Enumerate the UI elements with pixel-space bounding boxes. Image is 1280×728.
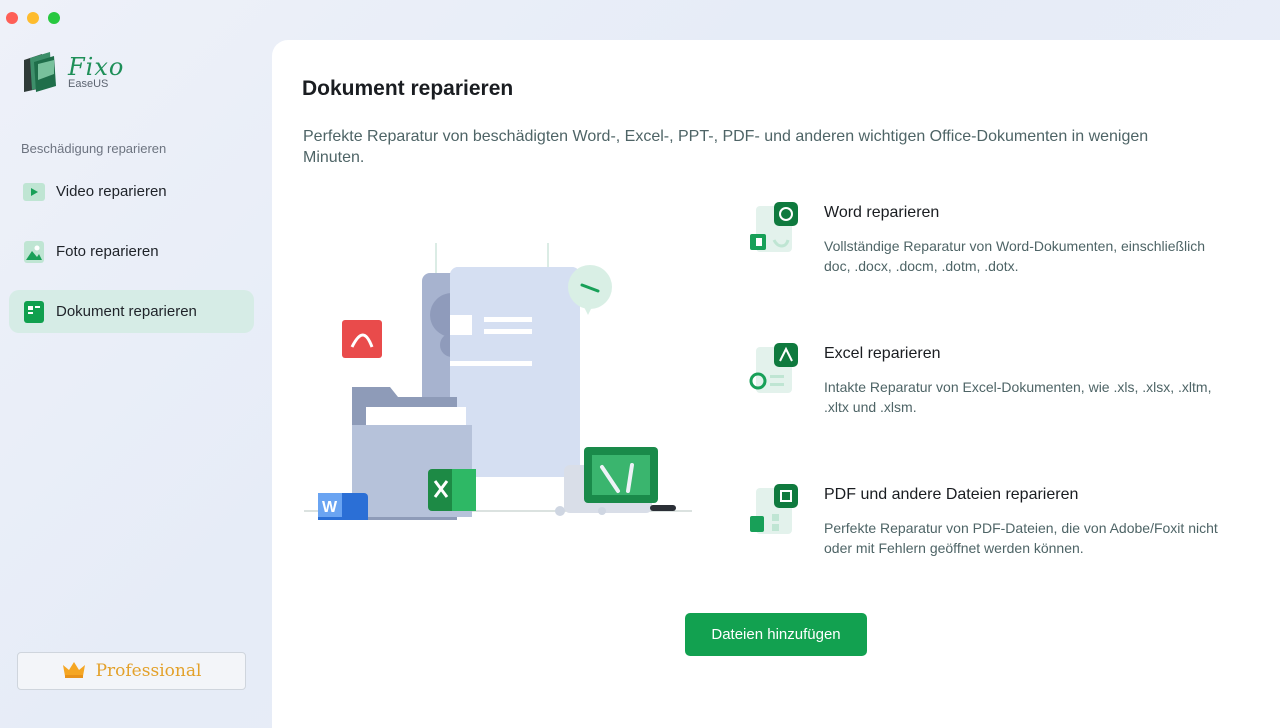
sidebar-item-label: Video reparieren — [56, 183, 167, 200]
document-repair-illustration: W — [302, 235, 694, 533]
word-repair-icon — [748, 200, 804, 260]
page-title: Dokument reparieren — [302, 77, 514, 100]
sidebar-item-label: Dokument reparieren — [56, 303, 197, 320]
app-name: Fixo — [68, 53, 125, 81]
document-icon — [23, 300, 45, 323]
video-play-icon — [23, 181, 45, 203]
sidebar: Fixo EaseUS Beschädigung reparieren Vide… — [0, 0, 270, 728]
sidebar-item-label: Foto reparieren — [56, 243, 159, 260]
feature-excel-repair: Excel reparieren Intakte Reparatur von E… — [748, 341, 1211, 431]
professional-label: Professional — [95, 661, 202, 681]
main-panel: Dokument reparieren Perfekte Reparatur v… — [272, 40, 1280, 728]
crown-icon — [62, 660, 86, 683]
feature-title: Word reparieren — [824, 204, 940, 221]
sidebar-section-label: Beschädigung reparieren — [21, 141, 167, 156]
add-files-button[interactable]: Dateien hinzufügen — [685, 613, 867, 656]
app-logo: Fixo EaseUS — [20, 50, 124, 94]
svg-text:W: W — [322, 499, 338, 516]
sidebar-item-document[interactable]: Dokument reparieren — [9, 290, 254, 333]
sidebar-item-video[interactable]: Video reparieren — [9, 170, 254, 213]
feature-pdf-repair: PDF und andere Dateien reparieren Perfek… — [748, 482, 1218, 572]
pdf-repair-icon — [748, 482, 804, 542]
excel-repair-icon — [748, 341, 804, 401]
professional-upgrade-button[interactable]: Professional — [17, 652, 246, 690]
feature-description: Intakte Reparatur von Excel-Dokumenten, … — [824, 379, 1212, 415]
feature-description: Perfekte Reparatur von PDF-Dateien, die … — [824, 520, 1218, 556]
feature-title: PDF und andere Dateien reparieren — [824, 486, 1079, 503]
feature-title: Excel reparieren — [824, 345, 941, 362]
photo-icon — [23, 240, 45, 263]
feature-word-repair: Word reparieren Vollständige Reparatur v… — [748, 200, 1208, 290]
sidebar-item-photo[interactable]: Foto reparieren — [9, 230, 254, 273]
sidebar-nav: Video reparieren Foto reparieren Dokumen… — [9, 170, 254, 350]
feature-description: Vollständige Reparatur von Word-Dokument… — [824, 238, 1206, 274]
page-description: Perfekte Reparatur von beschädigten Word… — [303, 128, 1149, 166]
fixo-logo-icon — [20, 50, 60, 94]
